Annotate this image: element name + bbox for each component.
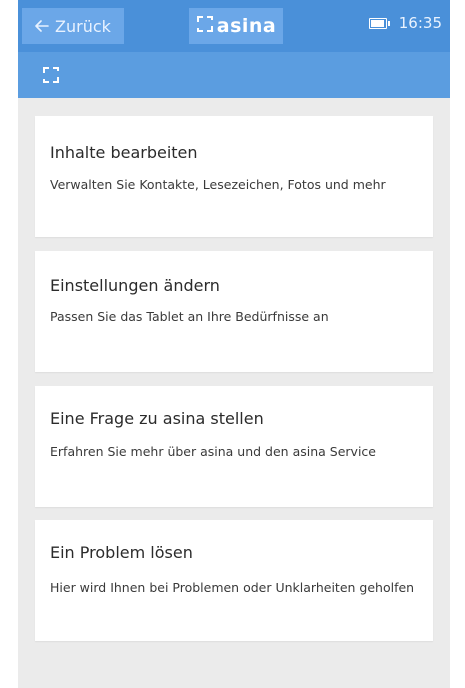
card-title: Ein Problem lösen [50,543,193,562]
card-description: Erfahren Sie mehr über asina und den asi… [50,444,376,459]
clock-time: 16:35 [398,14,442,32]
asina-logo-icon [196,15,214,38]
app-screen: Zurück asina 16:35 Inhalte bearbeiten Ve… [18,0,450,688]
card-title: Einstellungen ändern [50,276,220,295]
card-title: Eine Frage zu asina stellen [50,409,264,428]
arrow-left-icon [35,17,49,36]
battery-icon [368,17,390,29]
status-area: 16:35 [368,14,442,32]
menu-card-solve-problem[interactable]: Ein Problem lösen Hier wird Ihnen bei Pr… [35,520,433,641]
brand-logo: asina [189,8,283,44]
card-description: Passen Sie das Tablet an Ihre Bedürfniss… [50,309,329,324]
back-button-label: Zurück [55,16,111,36]
menu-card-settings[interactable]: Einstellungen ändern Passen Sie das Tabl… [35,251,433,372]
asina-logo-icon[interactable] [42,66,60,84]
menu-card-edit-content[interactable]: Inhalte bearbeiten Verwalten Sie Kontakt… [35,116,433,237]
brand-name: asina [216,15,277,37]
menu-card-ask-question[interactable]: Eine Frage zu asina stellen Erfahren Sie… [35,386,433,507]
card-description: Hier wird Ihnen bei Problemen oder Unkla… [50,580,415,595]
sub-header-bar [18,52,450,98]
card-description: Verwalten Sie Kontakte, Lesezeichen, Fot… [50,177,386,192]
back-button[interactable]: Zurück [22,8,124,44]
top-bar: Zurück asina 16:35 [18,0,450,52]
card-title: Inhalte bearbeiten [50,143,198,162]
